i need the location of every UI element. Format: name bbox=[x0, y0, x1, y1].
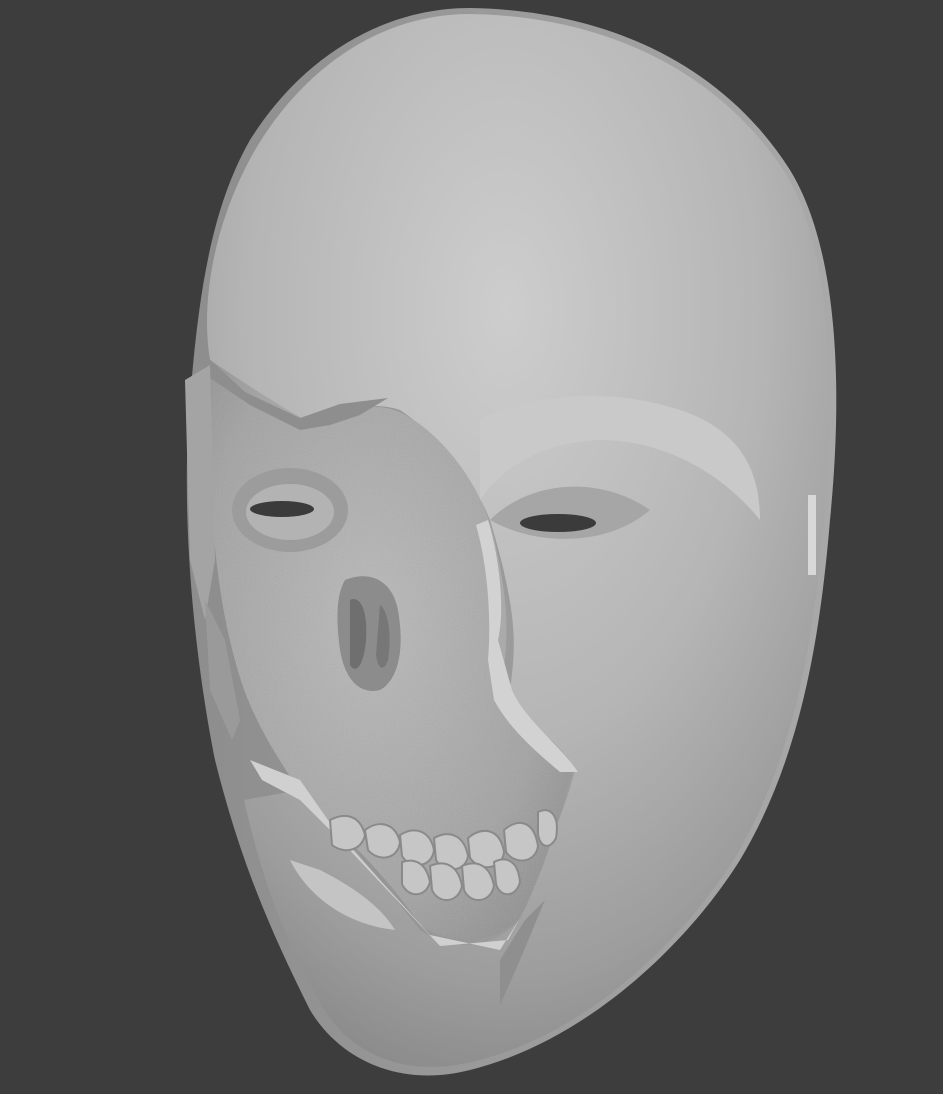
mask-render bbox=[185, 8, 837, 1076]
eye-slit-right bbox=[520, 514, 596, 532]
3d-viewport[interactable] bbox=[0, 0, 943, 1094]
rim-notch bbox=[808, 495, 816, 575]
shell-fragment-left bbox=[185, 365, 215, 620]
eye-slit-left bbox=[250, 501, 314, 517]
